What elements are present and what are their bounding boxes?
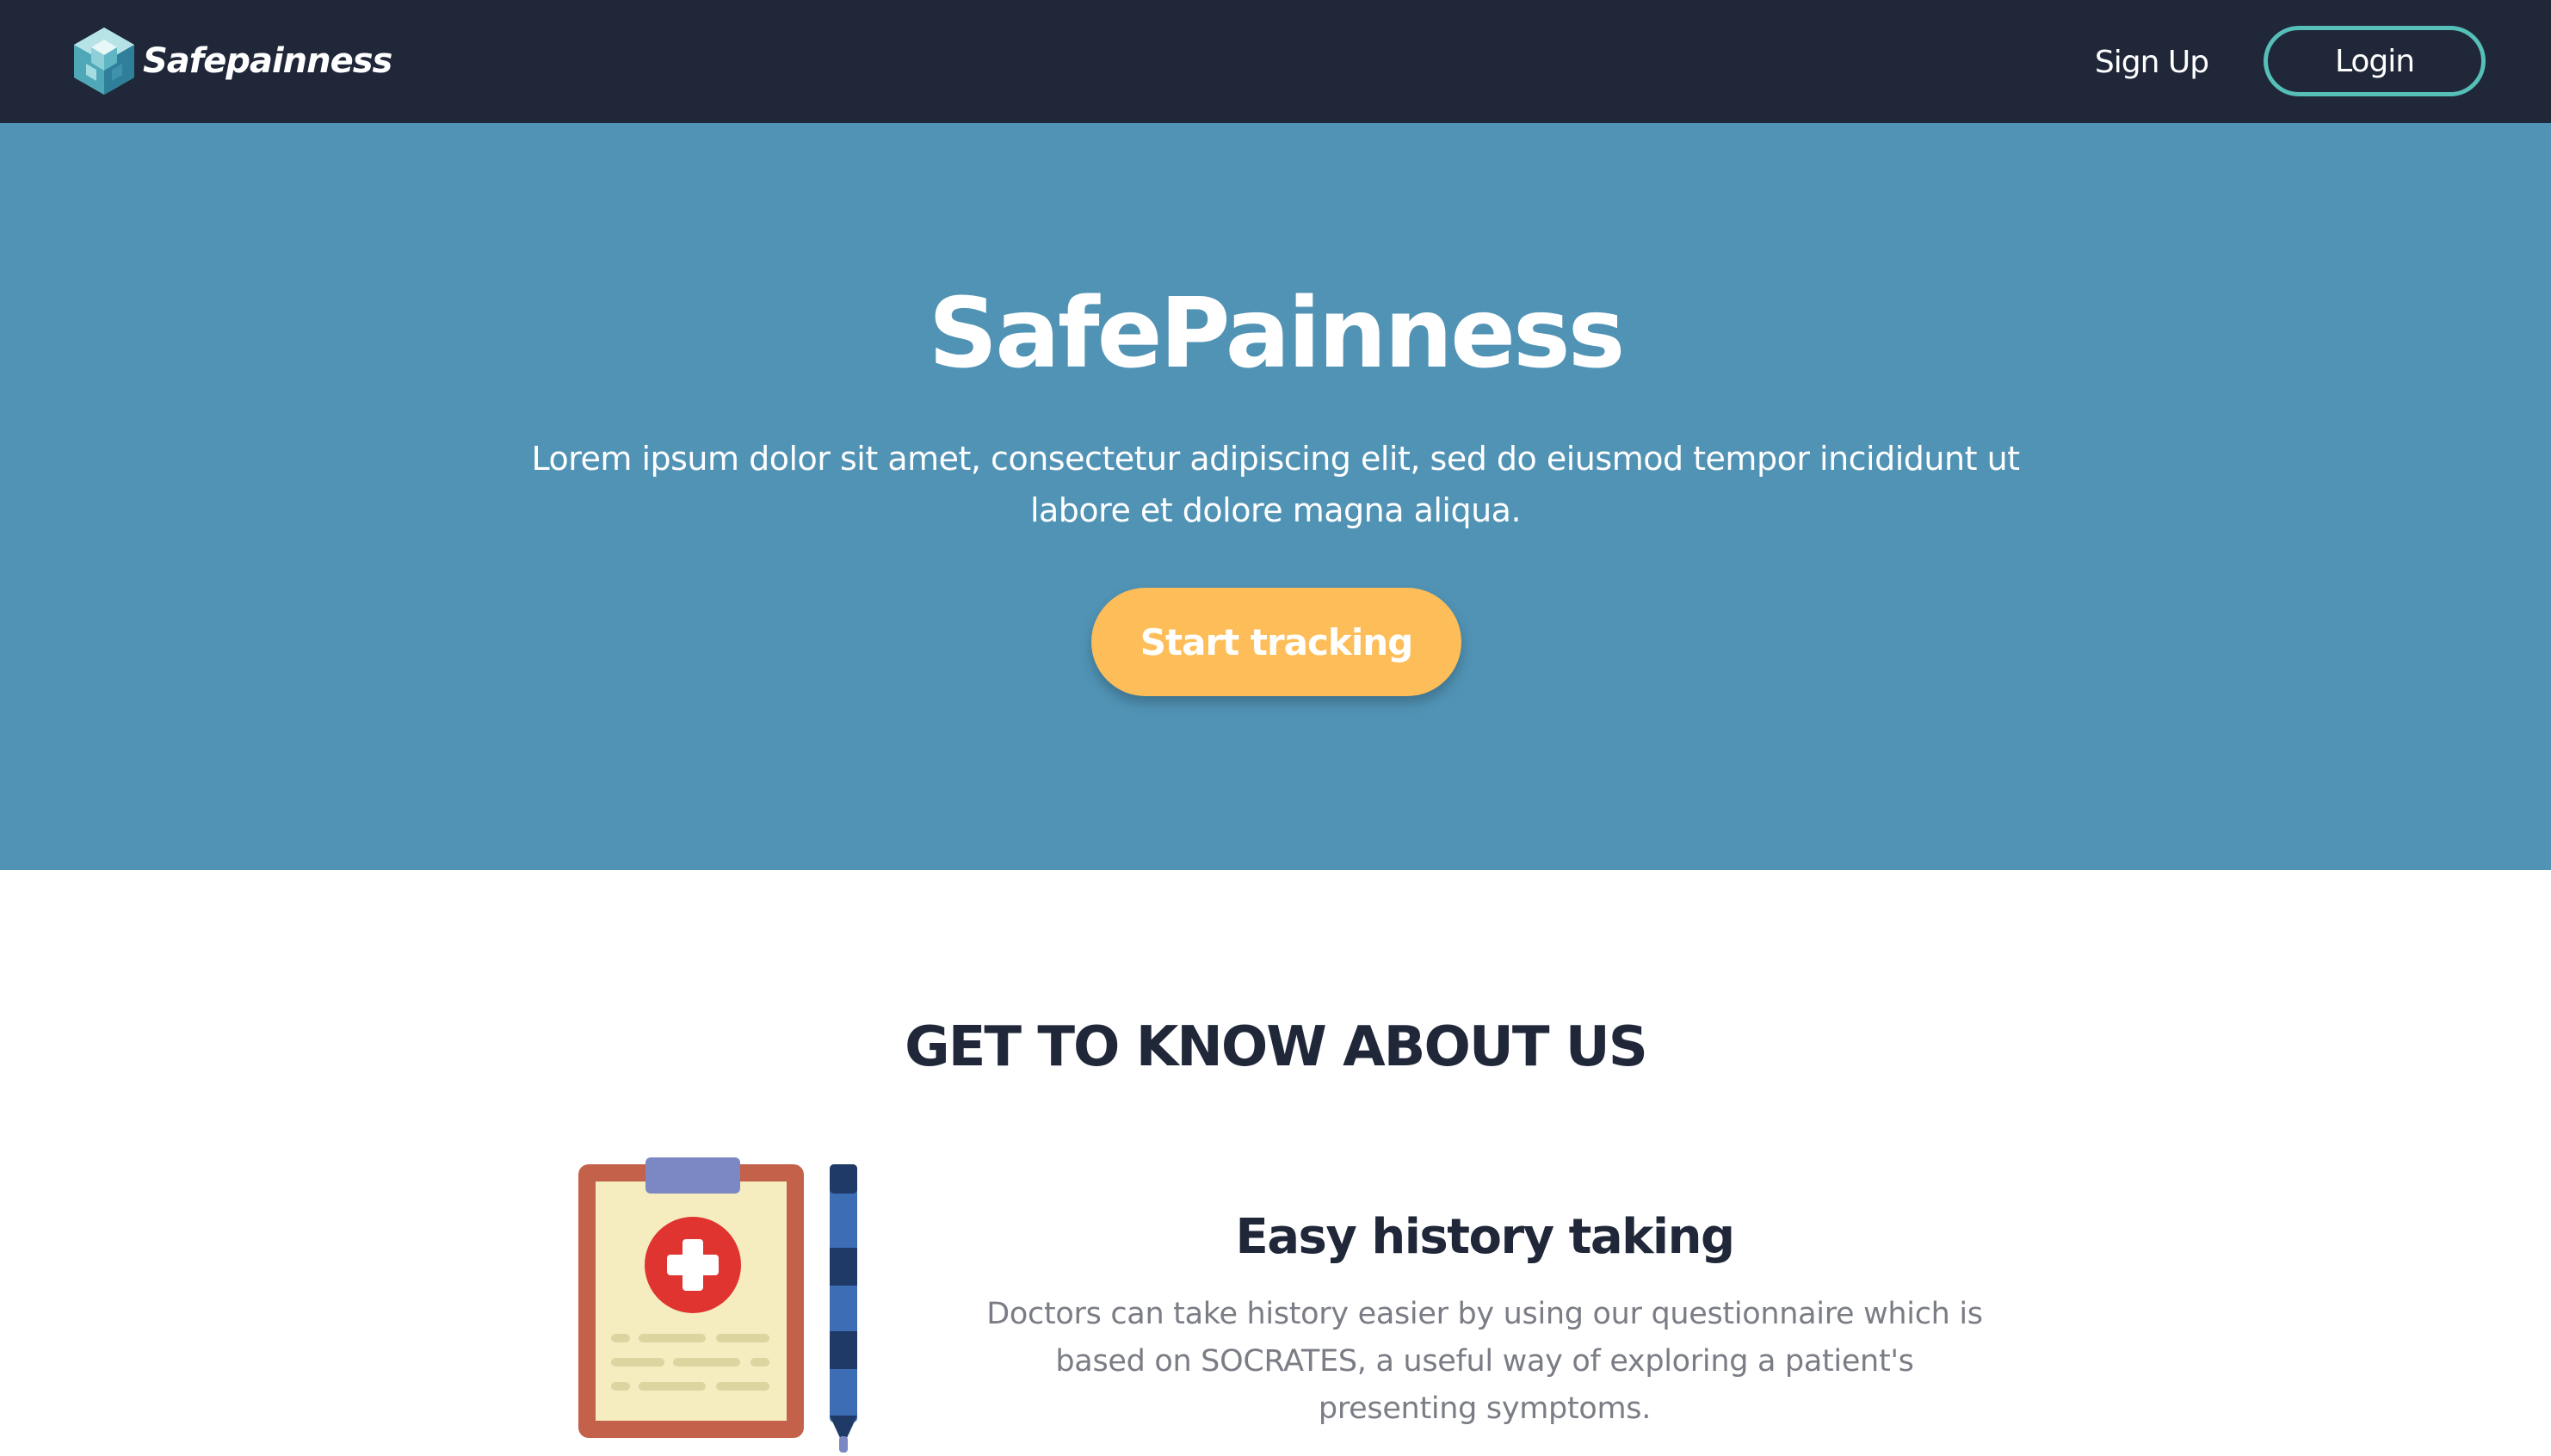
pen-icon xyxy=(830,1164,857,1453)
hero-title: SafePainness xyxy=(928,278,1626,390)
brand-name: Safepainness xyxy=(143,41,392,81)
hero-section: SafePainness Lorem ipsum dolor sit amet,… xyxy=(0,123,2551,870)
brand-link[interactable]: Safepainness xyxy=(67,24,392,98)
feature-title: Easy history taking xyxy=(1235,1209,1735,1265)
hexagon-cubes-logo-icon xyxy=(74,28,134,95)
feature-illustration xyxy=(577,1157,861,1453)
login-button[interactable]: Login xyxy=(2264,26,2486,96)
hero-description: Lorem ipsum dolor sit amet, consectetur … xyxy=(531,440,2020,529)
signup-link[interactable]: Sign Up xyxy=(2083,38,2221,86)
clipboard-medical-icon xyxy=(578,1157,804,1438)
navbar: Safepainness Sign Up Login xyxy=(0,0,2551,123)
feature-description: Doctors can take history easier by using… xyxy=(986,1297,1983,1426)
about-heading: GET TO KNOW ABOUT US xyxy=(905,1015,1648,1079)
start-tracking-button[interactable]: Start tracking xyxy=(1091,588,1461,696)
